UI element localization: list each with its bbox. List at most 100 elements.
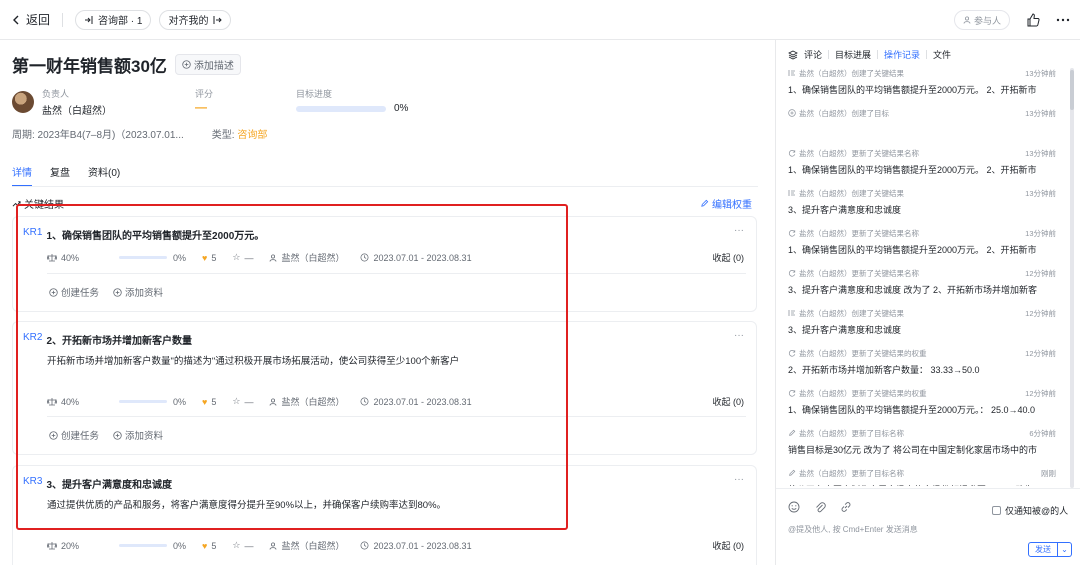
scrollbar-thumb[interactable] [1070,70,1074,110]
composer-divider [776,488,1080,489]
progress-label: 目标进度 [296,89,333,99]
create-task-button[interactable]: 创建任务 [49,285,99,299]
activity-meta-text: 盐然（白超然）创建了关键结果 [799,69,904,78]
link-icon[interactable] [840,501,852,513]
kr-weight[interactable]: 20% [47,541,79,551]
kr-dates[interactable]: 2023.07.01 - 2023.08.31 [360,397,472,407]
activity-time: 13分钟前 [1025,149,1056,158]
activity-tabs: 评论 目标进展 操作记录 文件 [788,48,951,61]
more-button[interactable] [1056,18,1070,22]
kr-more-button[interactable]: ··· [734,225,744,236]
score-value[interactable]: — [195,100,213,114]
type-field: 类型: 咨询部 [212,126,268,141]
send-options-button[interactable]: ⌄ [1058,542,1072,557]
plus-circle-icon [49,287,58,297]
activity-meta-text: 盐然（白超然）创建了关键结果 [799,309,904,318]
back-button[interactable]: 返回 [12,11,50,28]
add-material-button[interactable]: 添加资料 [113,428,163,442]
kr-fold-button[interactable]: 收起 (0) [712,395,744,408]
kr-title[interactable]: KR1 1、确保销售团队的平均销售额提升至2000万元。 [23,227,264,242]
kr-fold-button[interactable]: 收起 (0) [712,251,744,264]
activity-item: 盐然（白超然）更新了关键结果名称 13分钟前 1、确保销售团队的平均销售额提升至20… [788,226,1056,266]
tab-materials[interactable]: 资料(0) [88,164,120,187]
kr-divider [47,273,746,274]
kr-divider [47,416,746,417]
kr-likes[interactable]: ♥ 5 [202,253,216,263]
kr-owner[interactable]: 盐然（白超然） [269,539,344,552]
activity-meta: 盐然（白超然）更新了目标名称 [788,468,904,479]
activity-time: 13分钟前 [1025,189,1056,198]
create-task-button[interactable]: 创建任务 [49,428,99,442]
kr-star[interactable]: ☆ — [232,540,253,551]
goal-progress-value: 0% [394,103,409,114]
message-input[interactable]: @提及他人, 按 Cmd+Enter 发送消息 [788,524,918,535]
kr-weight[interactable]: 40% [47,397,79,407]
tab-comments[interactable]: 评论 [804,48,822,61]
goal-progress-bar[interactable] [296,105,386,112]
kr-owner-name: 盐然（白超然） [281,253,345,263]
kr-dates[interactable]: 2023.07.01 - 2023.08.31 [360,252,472,263]
kr-card-3[interactable]: KR3 3、提升客户满意度和忠诚度 ··· 通过提供优质的产品和服务，将客户满意… [12,465,757,565]
activity-meta: 盐然（白超然）创建了关键结果 [788,68,904,79]
clock-icon [361,541,369,550]
edit-weight-button[interactable]: 编辑权重 [700,196,752,211]
goal-detail-main: 第一财年销售额30亿 添加描述 负责人 盐然（白超然） 评分 — 目标进度 0%… [0,40,770,565]
kr-dates[interactable]: 2023.07.01 - 2023.08.31 [360,541,472,551]
tab-review[interactable]: 复盘 [50,164,70,187]
star-icon: ☆ [232,540,241,550]
title-row: 第一财年销售额30亿 添加描述 [12,52,241,77]
kr-title[interactable]: KR3 3、提升客户满意度和忠诚度 [23,476,172,491]
activity-meta: 盐然（白超然）创建了目标 [788,108,889,119]
kr-likes-count: 5 [211,396,217,407]
kr-star[interactable]: ☆ — [232,396,253,407]
kr-progress-bar[interactable] [119,400,168,403]
add-material-button[interactable]: 添加资料 [113,285,163,299]
activity-meta-text: 盐然（白超然）更新了关键结果名称 [799,269,919,278]
kr-dates-value: 2023.07.01 - 2023.08.31 [373,252,472,263]
kr-progress-value: 0% [173,540,187,551]
consult-dept-pill[interactable]: 咨询部 · 1 [75,9,152,30]
kr-progress-value: 0% [173,252,187,263]
add-material-label: 添加资料 [125,431,164,442]
thumbs-up-icon [1027,13,1040,27]
align-right-icon [213,15,223,24]
kr-progress-bar[interactable] [119,544,168,547]
kr-weight[interactable]: 40% [47,253,79,263]
kr-likes[interactable]: ♥ 5 [202,541,216,551]
attachment-icon[interactable] [814,501,826,513]
kr-card-1[interactable]: KR1 1、确保销售团队的平均销售额提升至2000万元。 ··· 40% 0% … [12,216,757,312]
notify-checkbox[interactable] [992,506,1001,515]
tab-details[interactable]: 详情 [12,164,32,187]
add-description-button[interactable]: 添加描述 [174,54,241,75]
scrollbar-track[interactable] [1070,68,1074,488]
score-label: 评分 [195,89,214,99]
avatar[interactable] [12,91,34,113]
user-icon [270,253,277,262]
owner-name: 盐然（白超然） [42,106,112,117]
align-mine-pill[interactable]: 对齐我的 [159,9,232,30]
kr-likes-count: 5 [211,540,217,551]
notify-mentioned-toggle[interactable]: 仅通知被@的人 [992,504,1068,517]
activity-item: 盐然（白超然）更新了关键结果的权重 12分钟前 1、确保销售团队的平均销售额提升至2… [788,386,1056,426]
type-value[interactable]: 咨询部 [237,130,267,141]
kr-card-2[interactable]: KR2 2、开拓新市场并增加新客户数量 ··· 开拓新市场并增加新客户数量"的描… [12,321,757,455]
activity-meta-text: 盐然（白超然）创建了目标 [799,109,889,118]
tab-goal-progress[interactable]: 目标进展 [835,48,871,61]
kr-star[interactable]: ☆ — [232,252,253,263]
kr-progress-bar[interactable] [119,256,168,259]
kr-owner[interactable]: 盐然（白超然） [269,251,344,264]
kr-weight-value: 40% [61,396,80,407]
tab-files[interactable]: 文件 [933,48,951,61]
emoji-icon[interactable] [788,501,800,513]
kr-more-button[interactable]: ··· [734,330,744,341]
send-button[interactable]: 发送 [1028,542,1058,557]
tab-activity-log[interactable]: 操作记录 [884,48,920,61]
participant-button[interactable]: 参与人 [953,10,1010,30]
kr-likes[interactable]: ♥ 5 [202,397,216,407]
thumbs-up-button[interactable] [1026,13,1040,27]
activity-meta-text: 盐然（白超然）更新了目标名称 [799,469,904,478]
kr-fold-button[interactable]: 收起 (0) [712,539,744,552]
kr-more-button[interactable]: ··· [734,474,744,485]
kr-title[interactable]: KR2 2、开拓新市场并增加新客户数量 [23,332,192,347]
kr-owner[interactable]: 盐然（白超然） [269,395,344,408]
